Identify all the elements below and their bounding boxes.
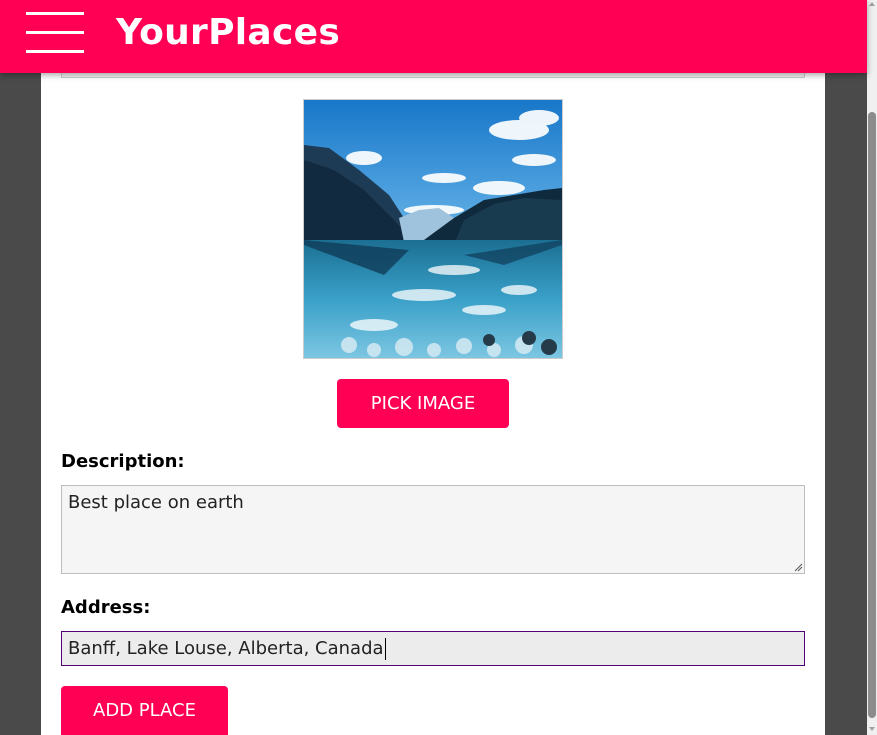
scroll-down-arrow-icon[interactable] <box>869 727 875 731</box>
menu-line-top <box>26 12 84 15</box>
address-value: Banff, Lake Louse, Alberta, Canada <box>68 638 384 659</box>
scroll-up-arrow-icon[interactable] <box>869 2 875 6</box>
resize-grip-icon[interactable] <box>793 562 803 572</box>
description-label: Description: <box>61 451 185 472</box>
address-label: Address: <box>61 597 151 618</box>
pick-image-button[interactable]: PICK IMAGE <box>337 379 509 428</box>
new-place-form: PICK IMAGE Description: Best place on ea… <box>41 0 825 735</box>
menu-line-bottom <box>26 50 84 53</box>
brand-logo-link[interactable]: YourPlaces <box>116 12 340 53</box>
image-preview <box>303 99 563 359</box>
hamburger-menu-icon[interactable] <box>26 12 84 54</box>
description-textarea[interactable]: Best place on earth <box>61 485 805 574</box>
lake-mountains-photo <box>304 100 562 358</box>
main-header: YourPlaces <box>0 0 867 73</box>
scroll-thumb[interactable] <box>868 112 876 718</box>
page-scrollbar[interactable] <box>867 0 877 735</box>
add-place-button[interactable]: ADD PLACE <box>61 686 228 735</box>
address-input[interactable]: Banff, Lake Louse, Alberta, Canada <box>61 631 805 666</box>
menu-line-middle <box>26 31 84 34</box>
description-value: Best place on earth <box>68 492 244 513</box>
text-caret <box>384 637 386 660</box>
